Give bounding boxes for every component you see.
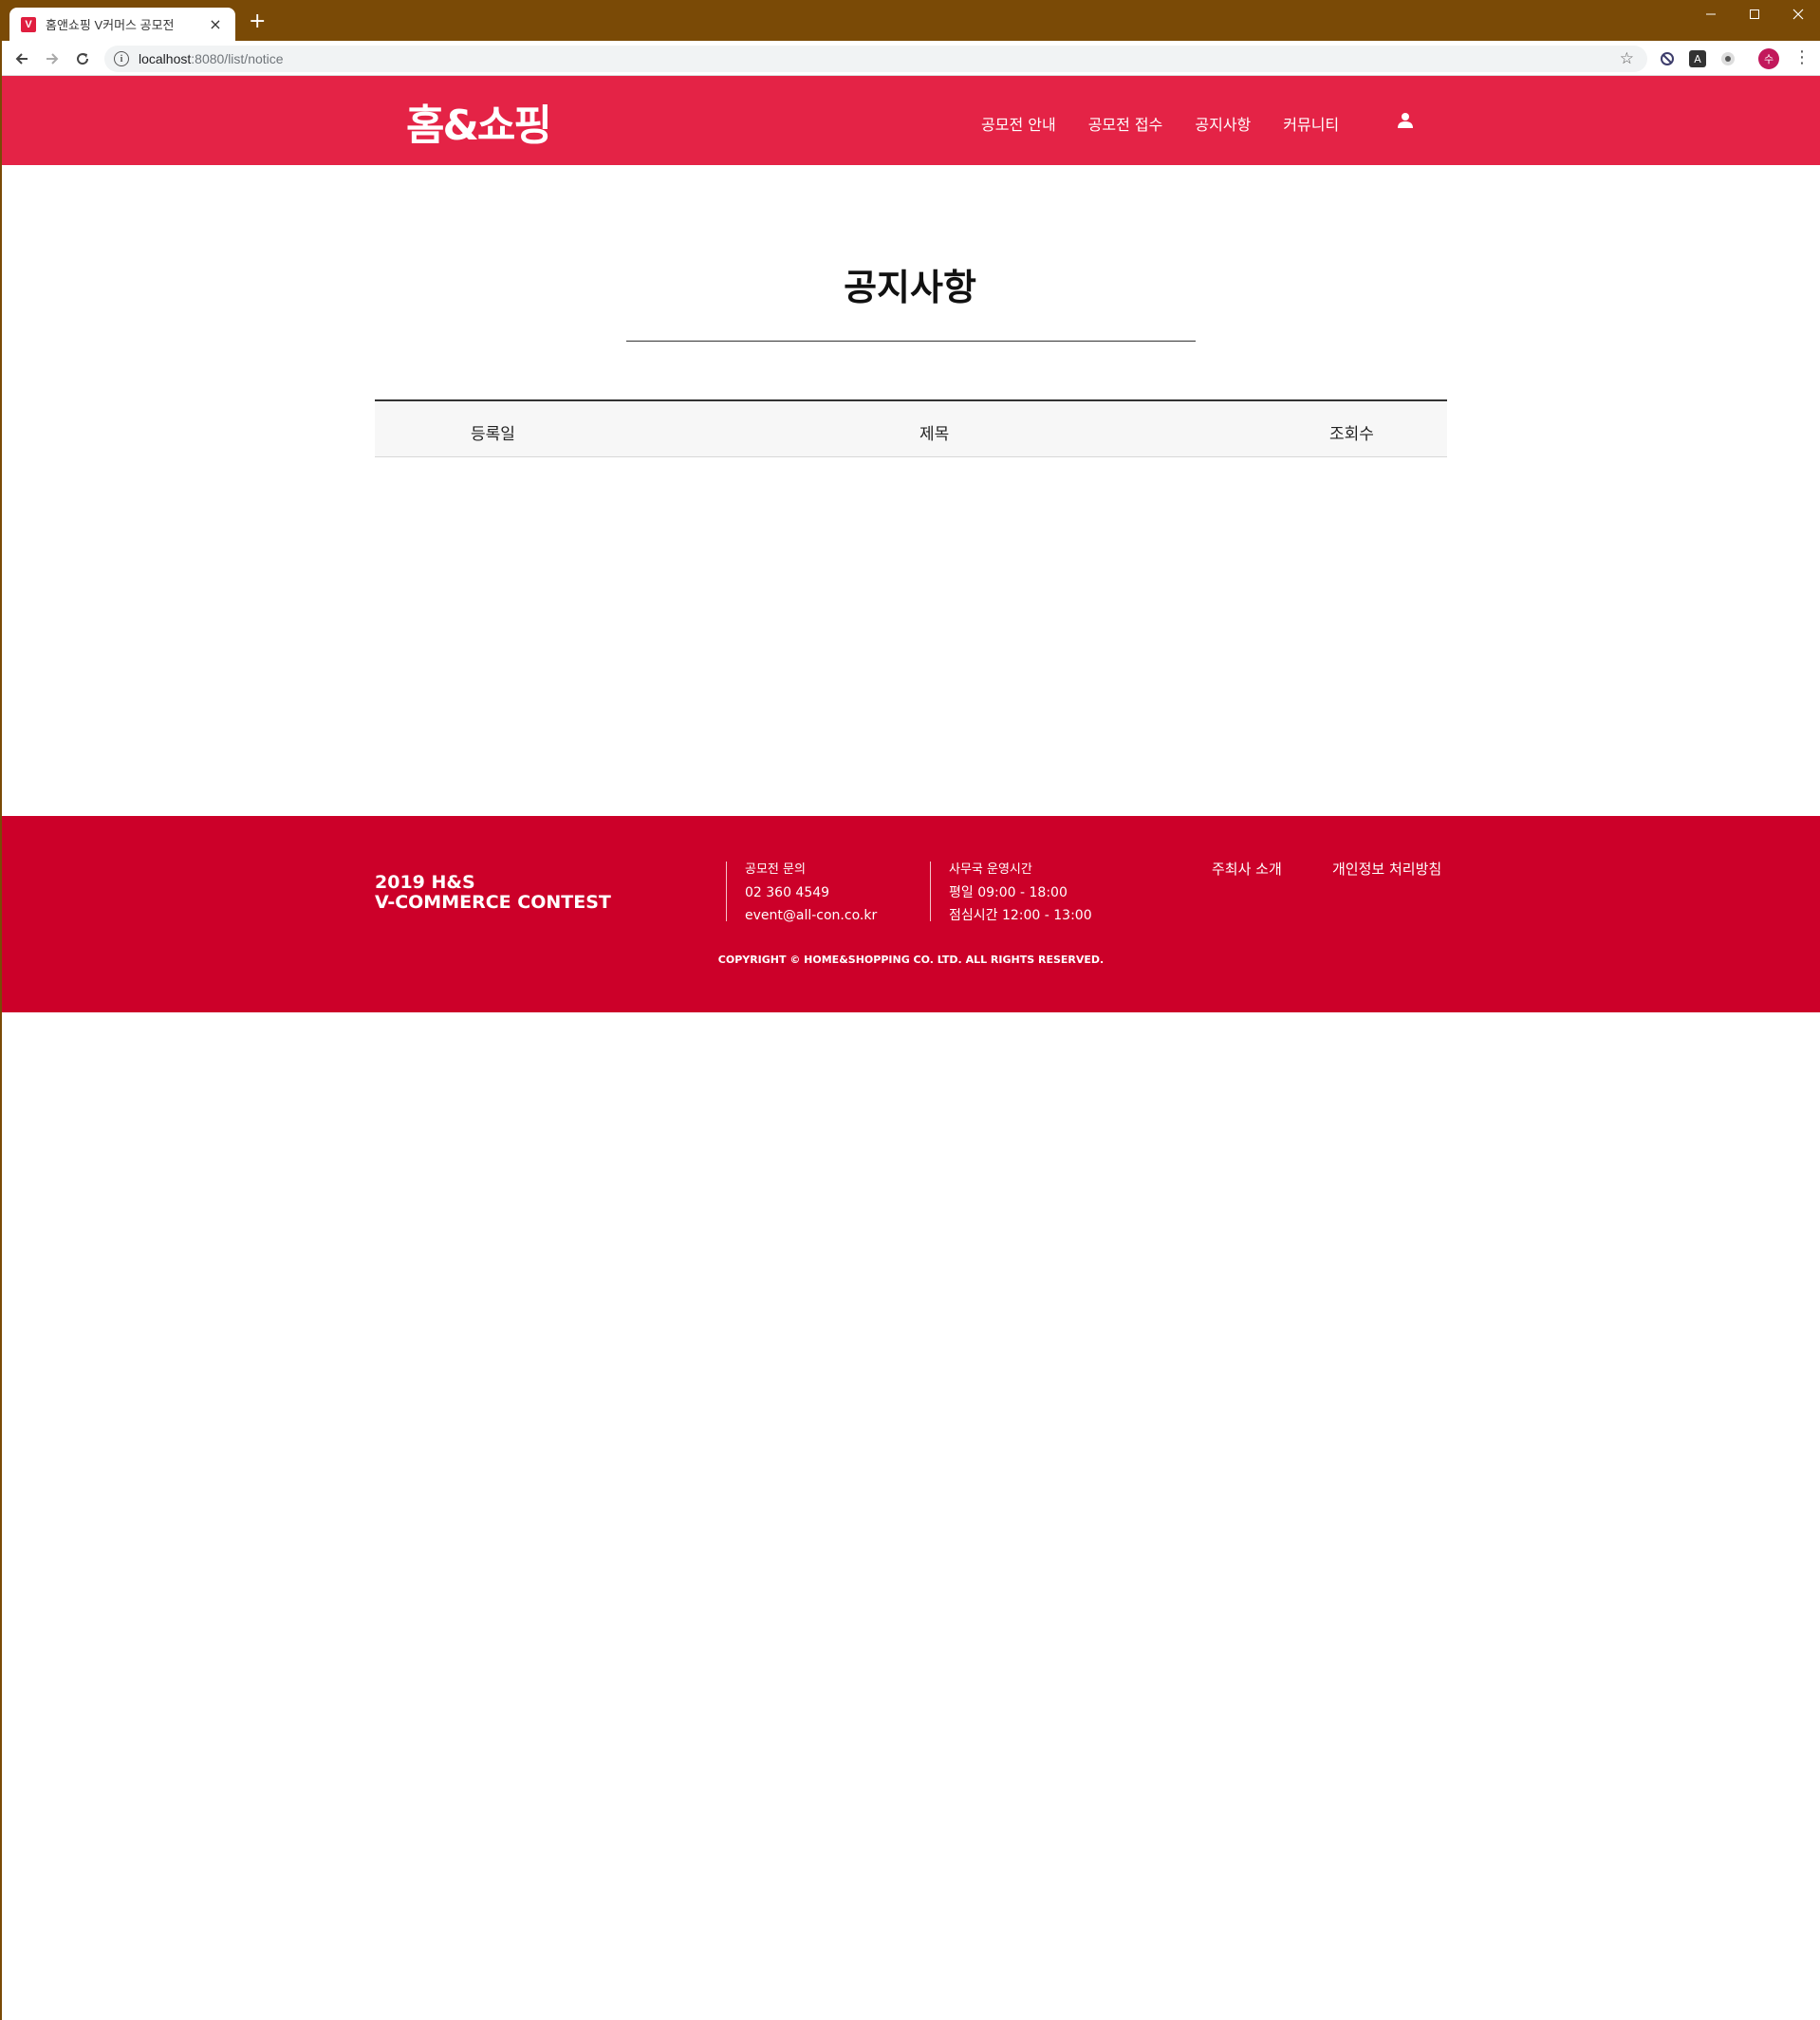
column-date: 등록일 [471,425,515,444]
bookmark-star-icon[interactable]: ☆ [1620,49,1634,68]
favicon-icon: V [21,16,36,32]
info-icon[interactable]: i [114,51,129,66]
nav-contest-apply[interactable]: 공모전 접수 [1088,112,1163,135]
site-logo[interactable]: 홈&쇼핑 [406,91,552,152]
forward-arrow-icon[interactable] [40,46,65,71]
footer-brand-line1: 2019 H&S [375,872,475,893]
nav-contest-info[interactable]: 공모전 안내 [981,112,1056,135]
title-divider [626,341,1196,342]
profile-avatar[interactable]: 수 [1758,48,1779,69]
extension-c-icon[interactable] [1719,50,1736,67]
close-window-icon[interactable] [1776,0,1820,28]
contact-email: event@all-con.co.kr [745,908,878,923]
tab-close-icon[interactable]: × [207,15,224,33]
hours-label: 사무국 운영시간 [949,862,1032,877]
browser-toolbar: i localhost :8080/list/notice ☆ A 수 ⋮ [0,41,1820,76]
user-icon[interactable] [1397,112,1414,129]
nav-community[interactable]: 커뮤니티 [1283,112,1339,135]
new-tab-button[interactable]: + [249,11,266,32]
column-views: 조회수 [1329,425,1374,444]
footer-brand: 2019 H&S V-COMMERCE CONTEST [375,873,611,913]
block-extension-icon[interactable] [1659,50,1676,67]
notice-table-header: 등록일 제목 조회수 [375,399,1447,457]
footer-contact: 공모전 문의 02 360 4549 event@all-con.co.kr [745,859,877,927]
site-footer: 2019 H&S V-COMMERCE CONTEST 공모전 문의 02 36… [2,816,1820,1012]
url-path: :8080/list/notice [191,51,284,66]
extension-a-icon[interactable]: A [1689,50,1706,67]
title-bar: V 홈앤쇼핑 V커머스 공모전 × + [0,0,1820,41]
browser-menu-icon[interactable]: ⋮ [1793,47,1811,67]
footer-link-privacy[interactable]: 개인정보 처리방침 [1332,859,1441,879]
maximize-icon[interactable] [1733,0,1776,28]
window-controls [1689,0,1820,28]
site-header [2,76,1820,165]
footer-brand-line2: V-COMMERCE CONTEST [375,892,611,913]
hours-lunch: 점심시간 12:00 - 13:00 [949,908,1092,923]
footer-divider [930,862,931,921]
hours-weekday: 평일 09:00 - 18:00 [949,885,1068,900]
reload-icon[interactable] [70,46,95,71]
back-arrow-icon[interactable] [9,46,34,71]
footer-divider [726,862,727,921]
browser-window: V 홈앤쇼핑 V커머스 공모전 × + i localhost:8080/li… [0,0,1820,2020]
minimize-icon[interactable] [1689,0,1733,28]
tab-title: 홈앤쇼핑 V커머스 공모전 [46,18,175,32]
contact-phone: 02 360 4549 [745,885,830,900]
column-title: 제목 [919,425,950,444]
browser-tab[interactable]: V 홈앤쇼핑 V커머스 공모전 × [9,8,235,41]
contact-label: 공모전 문의 [745,862,806,877]
nav-notice[interactable]: 공지사항 [1195,112,1251,135]
url-host: localhost [139,51,192,66]
main-nav: 공모전 안내 공모전 접수 공지사항 커뮤니티 [981,112,1371,135]
footer-hours: 사무국 운영시간 평일 09:00 - 18:00 점심시간 12:00 - 1… [949,859,1092,927]
address-bar[interactable]: i localhost :8080/list/notice ☆ [104,46,1647,72]
page-title: 공지사항 [844,267,976,308]
footer-link-about[interactable]: 주최사 소개 [1212,859,1282,879]
footer-copyright: COPYRIGHT © HOME&SHOPPING CO. LTD. ALL R… [717,954,1105,966]
